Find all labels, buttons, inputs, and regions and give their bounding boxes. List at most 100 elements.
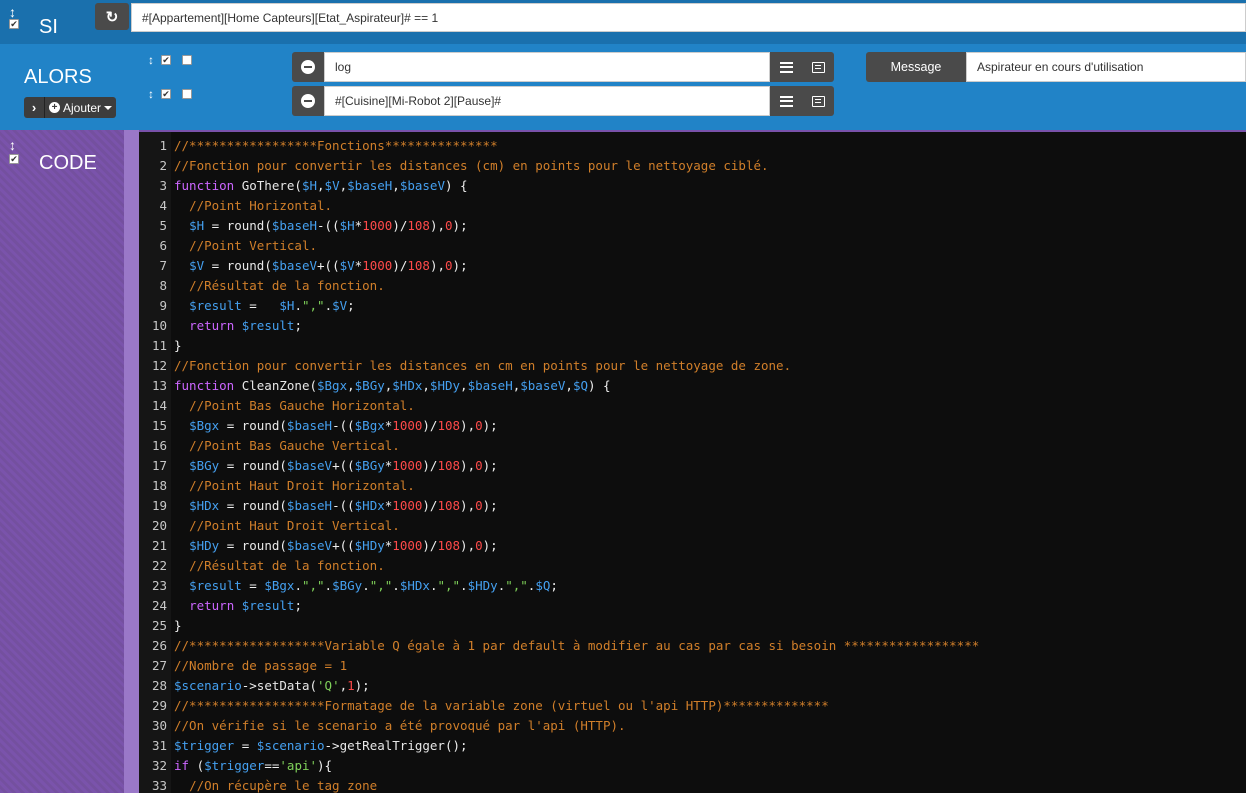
- code-line: //On vérifie si le scenario a été provoq…: [174, 718, 626, 733]
- code-token: 1000: [392, 498, 423, 513]
- code-token: //Fonction pour convertir les distances …: [174, 158, 769, 173]
- code-token: .: [362, 578, 370, 593]
- message-input[interactable]: Aspirateur en cours d'utilisation: [966, 52, 1246, 82]
- code-token: );: [482, 538, 498, 553]
- code-token: ),: [460, 538, 476, 553]
- line-number: 8: [159, 278, 167, 293]
- code-token: =: [204, 258, 227, 273]
- line-number: 21: [151, 538, 167, 553]
- line-number: 5: [159, 218, 167, 233]
- code-token: ;: [294, 598, 302, 613]
- code-token: (: [196, 758, 205, 773]
- action-2-drag-handle-icon[interactable]: ↕: [148, 87, 154, 101]
- code-token: ),: [460, 418, 476, 433]
- code-token: (: [279, 538, 287, 553]
- chevron-right-icon[interactable]: ›: [24, 97, 44, 118]
- code-line: if ($trigger=='api'){: [174, 758, 332, 773]
- code-token: $HDy: [189, 538, 220, 553]
- code-token: $baseV: [286, 538, 333, 553]
- code-token: (: [309, 378, 317, 393]
- code-token: $Q: [572, 378, 588, 393]
- code-token: ;: [347, 298, 355, 313]
- line-number: 13: [151, 378, 167, 393]
- code-token: =: [219, 498, 242, 513]
- condition-input[interactable]: #[Appartement][Home Capteurs][Etat_Aspir…: [131, 3, 1246, 32]
- code-token: 0: [475, 538, 483, 553]
- code-token: $H: [189, 218, 205, 233]
- action-1-list-button[interactable]: [770, 52, 802, 82]
- code-line: //Point Haut Droit Vertical.: [174, 518, 400, 533]
- code-token: ,: [422, 378, 430, 393]
- action-1-parallel-checkbox[interactable]: [182, 55, 192, 65]
- code-token: //Point Horizontal.: [189, 198, 333, 213]
- code-token: $HDx: [189, 498, 220, 513]
- code-token: $baseH: [286, 418, 333, 433]
- code-token: ",": [301, 298, 325, 313]
- code-token: //Nombre de passage = 1: [174, 658, 348, 673]
- ajouter-label: Ajouter: [63, 100, 102, 115]
- line-number: 22: [151, 558, 167, 573]
- code-editor[interactable]: //*****************Fonctions************…: [139, 132, 1246, 793]
- action-2-select-button[interactable]: [802, 86, 834, 116]
- code-line: //Résultat de la fonction.: [174, 558, 385, 573]
- refresh-icon: ↻: [105, 8, 119, 26]
- list-icon: [779, 61, 793, 73]
- code-token: -((: [332, 498, 355, 513]
- line-number: 18: [151, 478, 167, 493]
- message-label-button[interactable]: Message: [866, 52, 966, 82]
- code-token: //******************Formatage de la vari…: [174, 698, 829, 713]
- code-line: //Point Horizontal.: [174, 198, 332, 213]
- code-line: $scenario->setData('Q',1);: [174, 678, 370, 693]
- code-token: $result: [189, 578, 242, 593]
- code-token: function: [174, 178, 242, 193]
- code-line: //Point Vertical.: [174, 238, 317, 253]
- line-number: 7: [159, 258, 167, 273]
- code-token: //Point Bas Gauche Horizontal.: [189, 398, 415, 413]
- code-token: $HDx: [392, 378, 423, 393]
- refresh-button[interactable]: ↻: [95, 3, 129, 30]
- code-token: GoThere: [241, 178, 295, 193]
- code-token: 0: [475, 498, 483, 513]
- code-drag-handle-icon[interactable]: ↕: [9, 138, 16, 152]
- action-1-select-button[interactable]: [802, 52, 834, 82]
- code-token: 108: [437, 538, 461, 553]
- si-enable-checkbox[interactable]: [9, 19, 19, 29]
- action-1-remove-button[interactable]: [292, 52, 324, 82]
- action-1-enable-checkbox[interactable]: [161, 55, 171, 65]
- code-token: 1000: [362, 218, 393, 233]
- line-number: 19: [151, 498, 167, 513]
- code-token: $V: [189, 258, 205, 273]
- code-line: //Nombre de passage = 1: [174, 658, 347, 673]
- code-token: .: [392, 578, 400, 593]
- code-token: ->: [324, 738, 340, 753]
- code-token: //Point Haut Droit Vertical.: [189, 518, 400, 533]
- minus-circle-icon: [301, 94, 315, 108]
- code-token: .: [460, 578, 468, 593]
- code-line: $HDx = round($baseH-(($HDx*1000)/108),0)…: [174, 498, 498, 513]
- code-token: )/: [422, 498, 438, 513]
- code-enable-checkbox[interactable]: [9, 154, 19, 164]
- action-1-command-input[interactable]: log: [324, 52, 770, 82]
- add-action-button[interactable]: › + Ajouter: [24, 97, 117, 118]
- action-1-drag-handle-icon[interactable]: ↕: [148, 53, 154, 67]
- code-token: $Q: [535, 578, 551, 593]
- action-2-list-button[interactable]: [770, 86, 802, 116]
- code-token: $HDx: [354, 498, 385, 513]
- action-2-enable-checkbox[interactable]: [161, 89, 171, 99]
- action-2-remove-button[interactable]: [292, 86, 324, 116]
- drag-handle-icon[interactable]: ↕: [9, 5, 16, 19]
- code-line: //******************Formatage de la vari…: [174, 698, 829, 713]
- action-2-command-input[interactable]: #[Cuisine][Mi-Robot 2][Pause]#: [324, 86, 770, 116]
- code-line: $V = round($baseV+(($V*1000)/108),0);: [174, 258, 468, 273]
- code-token: if: [174, 758, 197, 773]
- code-token: 1000: [392, 418, 423, 433]
- ajouter-dropdown[interactable]: + Ajouter: [44, 97, 117, 118]
- code-token: )/: [392, 258, 408, 273]
- action-2-parallel-checkbox[interactable]: [182, 89, 192, 99]
- code-line: //******************Variable Q égale à 1…: [174, 638, 979, 653]
- line-number: 1: [159, 138, 167, 153]
